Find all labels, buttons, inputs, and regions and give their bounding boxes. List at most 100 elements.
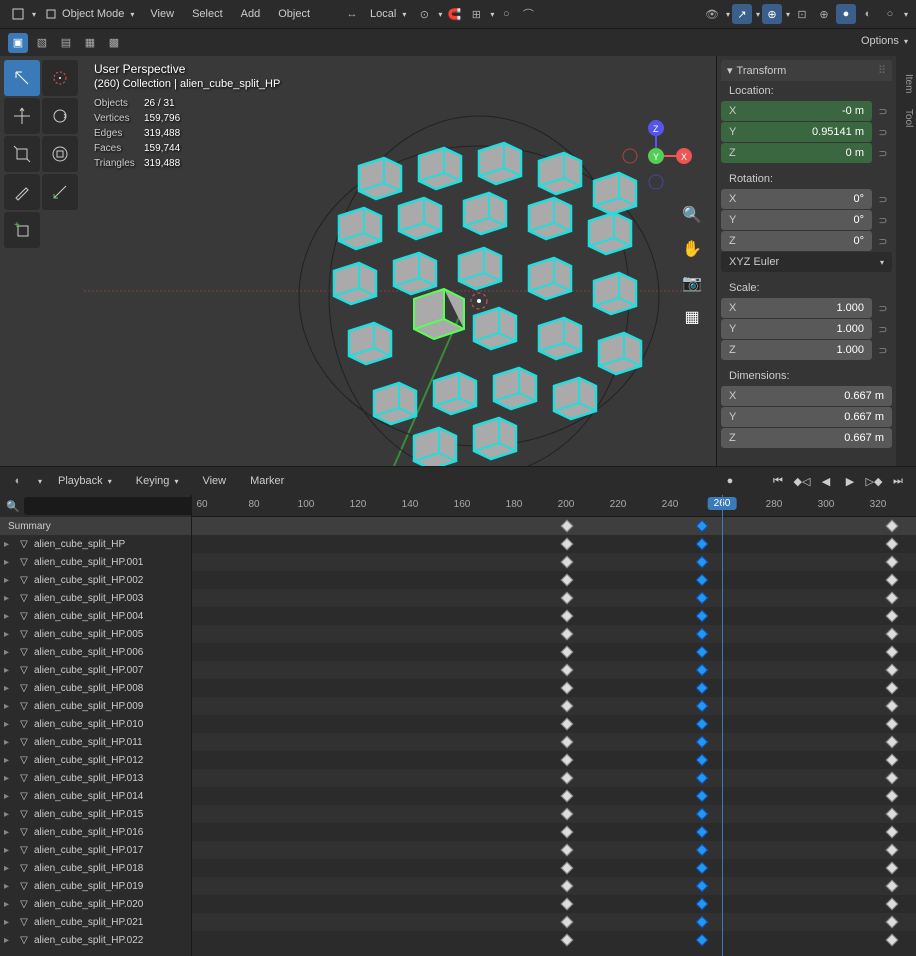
- expand-icon[interactable]: ▸: [4, 791, 14, 802]
- keyframe[interactable]: [561, 628, 574, 641]
- keyframe[interactable]: [886, 574, 899, 587]
- channel-row[interactable]: ▸▽alien_cube_split_HP.011: [0, 733, 191, 751]
- expand-icon[interactable]: ▸: [4, 863, 14, 874]
- keyframe[interactable]: [696, 736, 709, 749]
- expand-icon[interactable]: ▸: [4, 701, 14, 712]
- keyframe[interactable]: [561, 538, 574, 551]
- track-row[interactable]: [192, 805, 916, 823]
- prop-field-y[interactable]: Y0.95141 m: [721, 122, 872, 142]
- keyframe[interactable]: [561, 646, 574, 659]
- keyframe[interactable]: [886, 808, 899, 821]
- keyframe[interactable]: [561, 790, 574, 803]
- keyframe[interactable]: [886, 664, 899, 677]
- keyframe[interactable]: [886, 646, 899, 659]
- channel-row[interactable]: ▸▽alien_cube_split_HP.016: [0, 823, 191, 841]
- scale-tool[interactable]: [4, 136, 40, 172]
- timeline-ruler[interactable]: 6080100120140160180200220240260280300320…: [192, 495, 916, 517]
- orientation-dropdown[interactable]: Local ▾: [364, 6, 412, 22]
- track-row[interactable]: [192, 931, 916, 949]
- orientation-icon[interactable]: ↔: [342, 4, 362, 24]
- axis-gizmo[interactable]: X Z Y: [616, 116, 696, 196]
- camera-icon[interactable]: 📷: [678, 269, 706, 297]
- keyframe[interactable]: [886, 556, 899, 569]
- editor-type-icon[interactable]: [8, 4, 28, 24]
- expand-icon[interactable]: ▸: [4, 611, 14, 622]
- mode-dropdown[interactable]: Object Mode ▾: [38, 5, 140, 23]
- track-row[interactable]: [192, 841, 916, 859]
- keyframe[interactable]: [696, 934, 709, 947]
- play-reverse-icon[interactable]: ◀: [816, 471, 836, 491]
- select-subtract-icon[interactable]: ▤: [56, 33, 76, 53]
- xray-icon[interactable]: ⊡: [792, 4, 812, 24]
- lock-icon[interactable]: ⊃: [874, 143, 892, 163]
- dopesheet-editor-icon[interactable]: ◐: [8, 471, 28, 491]
- keyframe[interactable]: [696, 646, 709, 659]
- keyframe[interactable]: [696, 862, 709, 875]
- keyframe[interactable]: [696, 520, 709, 533]
- 3d-viewport[interactable]: User Perspective (260) Collection | alie…: [84, 56, 716, 466]
- track-row[interactable]: [192, 553, 916, 571]
- expand-icon[interactable]: ▸: [4, 683, 14, 694]
- menu-playback[interactable]: Playback ▾: [50, 471, 120, 491]
- tab-item[interactable]: Item: [896, 66, 916, 101]
- keyframe[interactable]: [886, 610, 899, 623]
- keyframe[interactable]: [886, 826, 899, 839]
- cursor-tool[interactable]: [42, 60, 78, 96]
- track-row[interactable]: [192, 877, 916, 895]
- prop-field-x[interactable]: X-0 m: [721, 101, 872, 121]
- channel-row[interactable]: ▸▽alien_cube_split_HP.010: [0, 715, 191, 733]
- keyframe[interactable]: [696, 754, 709, 767]
- keyframe[interactable]: [696, 574, 709, 587]
- channel-row[interactable]: ▸▽alien_cube_split_HP.014: [0, 787, 191, 805]
- expand-icon[interactable]: ▸: [4, 899, 14, 910]
- keyframe[interactable]: [696, 808, 709, 821]
- menu-select[interactable]: Select: [184, 4, 231, 24]
- channel-row[interactable]: ▸▽alien_cube_split_HP.022: [0, 931, 191, 949]
- keyframe[interactable]: [886, 880, 899, 893]
- track-row[interactable]: [192, 661, 916, 679]
- keyframe[interactable]: [561, 754, 574, 767]
- expand-icon[interactable]: ▸: [4, 647, 14, 658]
- select-new-icon[interactable]: ▣: [8, 33, 28, 53]
- keyframe[interactable]: [696, 718, 709, 731]
- track-row[interactable]: [192, 625, 916, 643]
- menu-add[interactable]: Add: [233, 4, 269, 24]
- rotate-tool[interactable]: [42, 98, 78, 134]
- channel-row[interactable]: ▸▽alien_cube_split_HP.007: [0, 661, 191, 679]
- expand-icon[interactable]: ▸: [4, 809, 14, 820]
- proportional-falloff-icon[interactable]: ⌒: [518, 4, 538, 24]
- channel-search-input[interactable]: [24, 497, 209, 515]
- expand-icon[interactable]: ▸: [4, 557, 14, 568]
- expand-icon[interactable]: ▸: [4, 917, 14, 928]
- keyframe[interactable]: [886, 736, 899, 749]
- menu-object[interactable]: Object: [270, 4, 318, 24]
- select-box-tool[interactable]: [4, 60, 40, 96]
- lock-icon[interactable]: ⊃: [874, 189, 892, 209]
- keyframe[interactable]: [561, 682, 574, 695]
- expand-icon[interactable]: ▸: [4, 737, 14, 748]
- track-row[interactable]: [192, 697, 916, 715]
- channel-row[interactable]: ▸▽alien_cube_split_HP.005: [0, 625, 191, 643]
- prop-field-y[interactable]: Y1.000: [721, 319, 872, 339]
- track-row[interactable]: [192, 571, 916, 589]
- keyframe[interactable]: [886, 772, 899, 785]
- keyframe-next-icon[interactable]: ▷◆: [864, 471, 884, 491]
- track-row[interactable]: [192, 535, 916, 553]
- keyframe[interactable]: [696, 916, 709, 929]
- pivot-icon[interactable]: ⊙: [414, 4, 434, 24]
- channel-row[interactable]: ▸▽alien_cube_split_HP.015: [0, 805, 191, 823]
- track-row[interactable]: [192, 643, 916, 661]
- keyframe[interactable]: [886, 898, 899, 911]
- shading-material-icon[interactable]: ◐: [858, 4, 878, 24]
- keyframe[interactable]: [696, 844, 709, 857]
- channel-row[interactable]: ▸▽alien_cube_split_HP.002: [0, 571, 191, 589]
- keyframe[interactable]: [561, 826, 574, 839]
- track-row[interactable]: [192, 679, 916, 697]
- keyframe[interactable]: [561, 574, 574, 587]
- add-cube-tool[interactable]: +: [4, 212, 40, 248]
- track-row[interactable]: [192, 823, 916, 841]
- keyframe[interactable]: [886, 790, 899, 803]
- channel-row[interactable]: ▸▽alien_cube_split_HP.001: [0, 553, 191, 571]
- channel-row[interactable]: ▸▽alien_cube_split_HP.012: [0, 751, 191, 769]
- expand-icon[interactable]: ▸: [4, 575, 14, 586]
